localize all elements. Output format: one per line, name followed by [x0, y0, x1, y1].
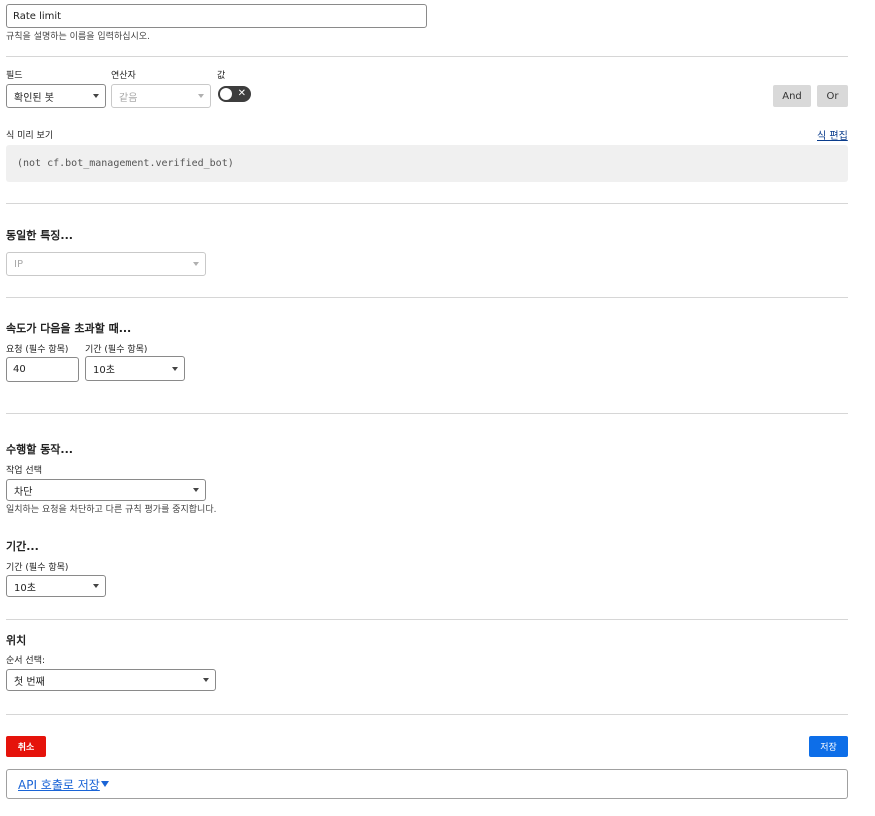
- rule-name-input[interactable]: Rate limit: [6, 4, 427, 28]
- field-select-value: 확인된 봇: [14, 92, 54, 104]
- divider: [6, 297, 848, 298]
- toggle-knob: [220, 88, 232, 100]
- save-button[interactable]: 저장: [809, 736, 848, 757]
- field-label: 필드: [6, 71, 23, 81]
- characteristics-select[interactable]: IP: [6, 252, 206, 276]
- divider: [6, 203, 848, 204]
- divider: [6, 714, 848, 715]
- chevron-down-icon: [93, 94, 99, 98]
- chevron-down-icon: [193, 488, 199, 492]
- requests-input-value: 40: [13, 364, 26, 375]
- operator-select-value: 같음: [119, 92, 138, 104]
- action-help: 일치하는 요청을 차단하고 다른 규칙 평가를 중지합니다.: [6, 505, 217, 515]
- save-as-api-call-link[interactable]: API 호출로 저장: [18, 776, 100, 793]
- chevron-down-icon: [198, 94, 204, 98]
- chevron-down-icon: [203, 678, 209, 682]
- duration-select[interactable]: 10초: [6, 575, 106, 597]
- edit-expression-link[interactable]: 식 편집: [817, 127, 848, 142]
- period-label: 기간 (필수 항목): [85, 345, 148, 355]
- characteristics-heading: 동일한 특징...: [6, 229, 73, 242]
- action-label: 작업 선택: [6, 466, 42, 476]
- characteristics-select-value: IP: [14, 258, 23, 270]
- action-heading: 수행할 동작...: [6, 443, 73, 456]
- rule-name-help: 규칙을 설명하는 이름을 입력하십시오.: [6, 32, 150, 42]
- placement-select-value: 첫 번째: [14, 676, 45, 688]
- action-select-value: 차단: [14, 486, 33, 498]
- chevron-down-icon: [93, 584, 99, 588]
- operator-select[interactable]: 같음: [111, 84, 211, 108]
- placement-select[interactable]: 첫 번째: [6, 669, 216, 691]
- action-select[interactable]: 차단: [6, 479, 206, 501]
- chevron-down-icon: [172, 366, 178, 371]
- rate-heading: 속도가 다음을 초과할 때...: [6, 322, 132, 335]
- period-select[interactable]: 10초: [85, 356, 185, 381]
- expression-preview-code: (not cf.bot_management.verified_bot): [17, 158, 234, 169]
- divider: [6, 56, 848, 57]
- duration-label: 기간 (필수 항목): [6, 563, 69, 573]
- expression-preview: (not cf.bot_management.verified_bot): [6, 145, 848, 182]
- duration-heading: 기간...: [6, 540, 39, 553]
- operator-label: 연산자: [111, 71, 136, 81]
- cancel-button[interactable]: 취소: [6, 736, 46, 757]
- api-call-box: API 호출로 저장: [6, 769, 848, 799]
- placement-heading: 위치: [6, 634, 27, 647]
- and-button[interactable]: And: [773, 85, 811, 107]
- duration-select-value: 10초: [14, 582, 36, 594]
- placement-label: 순서 선택:: [6, 656, 46, 666]
- close-icon: ✕: [237, 88, 246, 99]
- divider: [6, 413, 848, 414]
- value-label: 값: [217, 71, 226, 81]
- caret-down-icon[interactable]: [100, 781, 109, 787]
- requests-input[interactable]: 40: [6, 357, 79, 382]
- rule-name-value: Rate limit: [13, 10, 62, 22]
- chevron-down-icon: [193, 262, 199, 266]
- requests-label: 요청 (필수 항목): [6, 345, 69, 355]
- field-select[interactable]: 확인된 봇: [6, 84, 106, 108]
- period-select-value: 10초: [93, 365, 115, 376]
- divider: [6, 619, 848, 620]
- value-toggle[interactable]: ✕: [218, 86, 251, 102]
- expression-preview-label: 식 미리 보기: [6, 131, 54, 141]
- or-button[interactable]: Or: [817, 85, 848, 107]
